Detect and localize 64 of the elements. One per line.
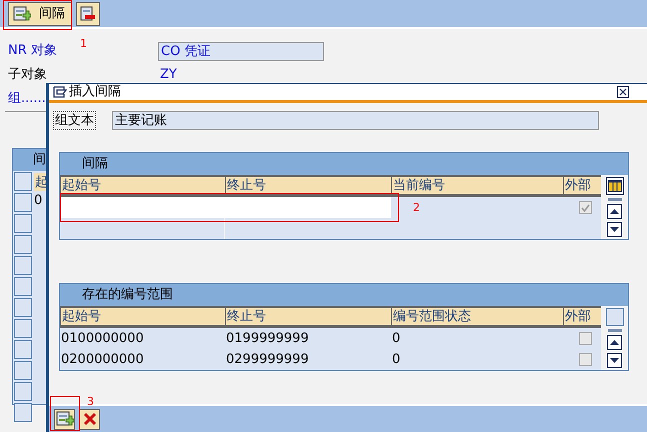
- row-selector[interactable]: [14, 277, 32, 296]
- dialog-icon: [53, 86, 67, 98]
- row-selector[interactable]: [14, 256, 32, 275]
- row-selector[interactable]: [14, 298, 32, 317]
- down-triangle-icon: [610, 358, 619, 363]
- cancel-icon: [82, 412, 96, 426]
- table-cell-text: 0100000000: [60, 330, 145, 348]
- cancel-button[interactable]: [79, 408, 100, 430]
- field-label[interactable]: 组......: [8, 91, 46, 106]
- scroll-up-button[interactable]: [607, 335, 622, 350]
- annotation-frame: [50, 396, 80, 431]
- field-value: ZY: [159, 66, 177, 84]
- table-cell-text: 0: [34, 192, 42, 210]
- close-button[interactable]: [617, 86, 629, 98]
- column-header[interactable]: 当前编号: [392, 177, 563, 194]
- scroll-up-button[interactable]: [607, 204, 622, 219]
- table-cell-text: 0299999999: [225, 350, 310, 369]
- row-selector[interactable]: [14, 214, 32, 233]
- input-field[interactable]: [60, 197, 391, 218]
- input-field[interactable]: CO 凭证: [158, 42, 324, 60]
- row-selector[interactable]: [14, 340, 32, 359]
- add-button[interactable]: [54, 408, 75, 430]
- table-cell-text: 0: [391, 330, 402, 348]
- table-cell-text: 0200000000: [60, 350, 145, 369]
- field-label: 组文本: [53, 111, 96, 130]
- column-header[interactable]: 终止号: [226, 177, 391, 194]
- delete-interval-button[interactable]: [76, 2, 100, 26]
- table-title: 存在的编号范围: [82, 286, 173, 304]
- table-cell-text: 0199999999: [225, 330, 310, 348]
- add-document-icon: [56, 411, 74, 427]
- down-triangle-icon: [610, 227, 619, 232]
- add-document-icon: [13, 6, 31, 22]
- row-selector[interactable]: [14, 193, 32, 212]
- annotation-number: 3: [87, 394, 94, 410]
- field-label: 子对象: [8, 67, 47, 82]
- input-field[interactable]: 主要记账: [112, 111, 599, 130]
- scroll-down-button[interactable]: [607, 222, 622, 237]
- row-selector[interactable]: [14, 172, 32, 191]
- column-header[interactable]: 起始号: [61, 308, 225, 325]
- column-settings-button[interactable]: [606, 177, 624, 195]
- column-header[interactable]: 起始号: [61, 177, 225, 194]
- row-selector[interactable]: [14, 319, 32, 338]
- add-interval-button[interactable]: 间隔: [8, 2, 72, 26]
- up-triangle-icon: [610, 209, 619, 214]
- annotation-number: 2: [413, 200, 420, 216]
- row-selector[interactable]: [14, 382, 32, 401]
- column-header[interactable]: 终止号: [226, 308, 391, 325]
- column-header[interactable]: 外部: [564, 308, 602, 325]
- scroll-down-button[interactable]: [607, 353, 622, 368]
- annotation-frame: [3, 0, 72, 30]
- table-title: 间隔: [82, 155, 108, 174]
- field-label[interactable]: NR 对象: [8, 43, 57, 58]
- annotation-number: 1: [80, 36, 87, 52]
- remove-document-icon: [80, 6, 96, 22]
- columns-icon: [608, 180, 622, 192]
- row-selector[interactable]: [14, 403, 32, 422]
- column-header[interactable]: 编号范围状态: [392, 308, 563, 325]
- row-selector[interactable]: [14, 235, 32, 254]
- row-selector[interactable]: [14, 361, 32, 380]
- dialog-title: 插入间隔: [69, 83, 122, 102]
- table-cell-text: 0: [391, 350, 402, 369]
- table-title: 间: [33, 151, 46, 170]
- column-header[interactable]: 外部: [564, 177, 602, 194]
- up-triangle-icon: [610, 340, 619, 345]
